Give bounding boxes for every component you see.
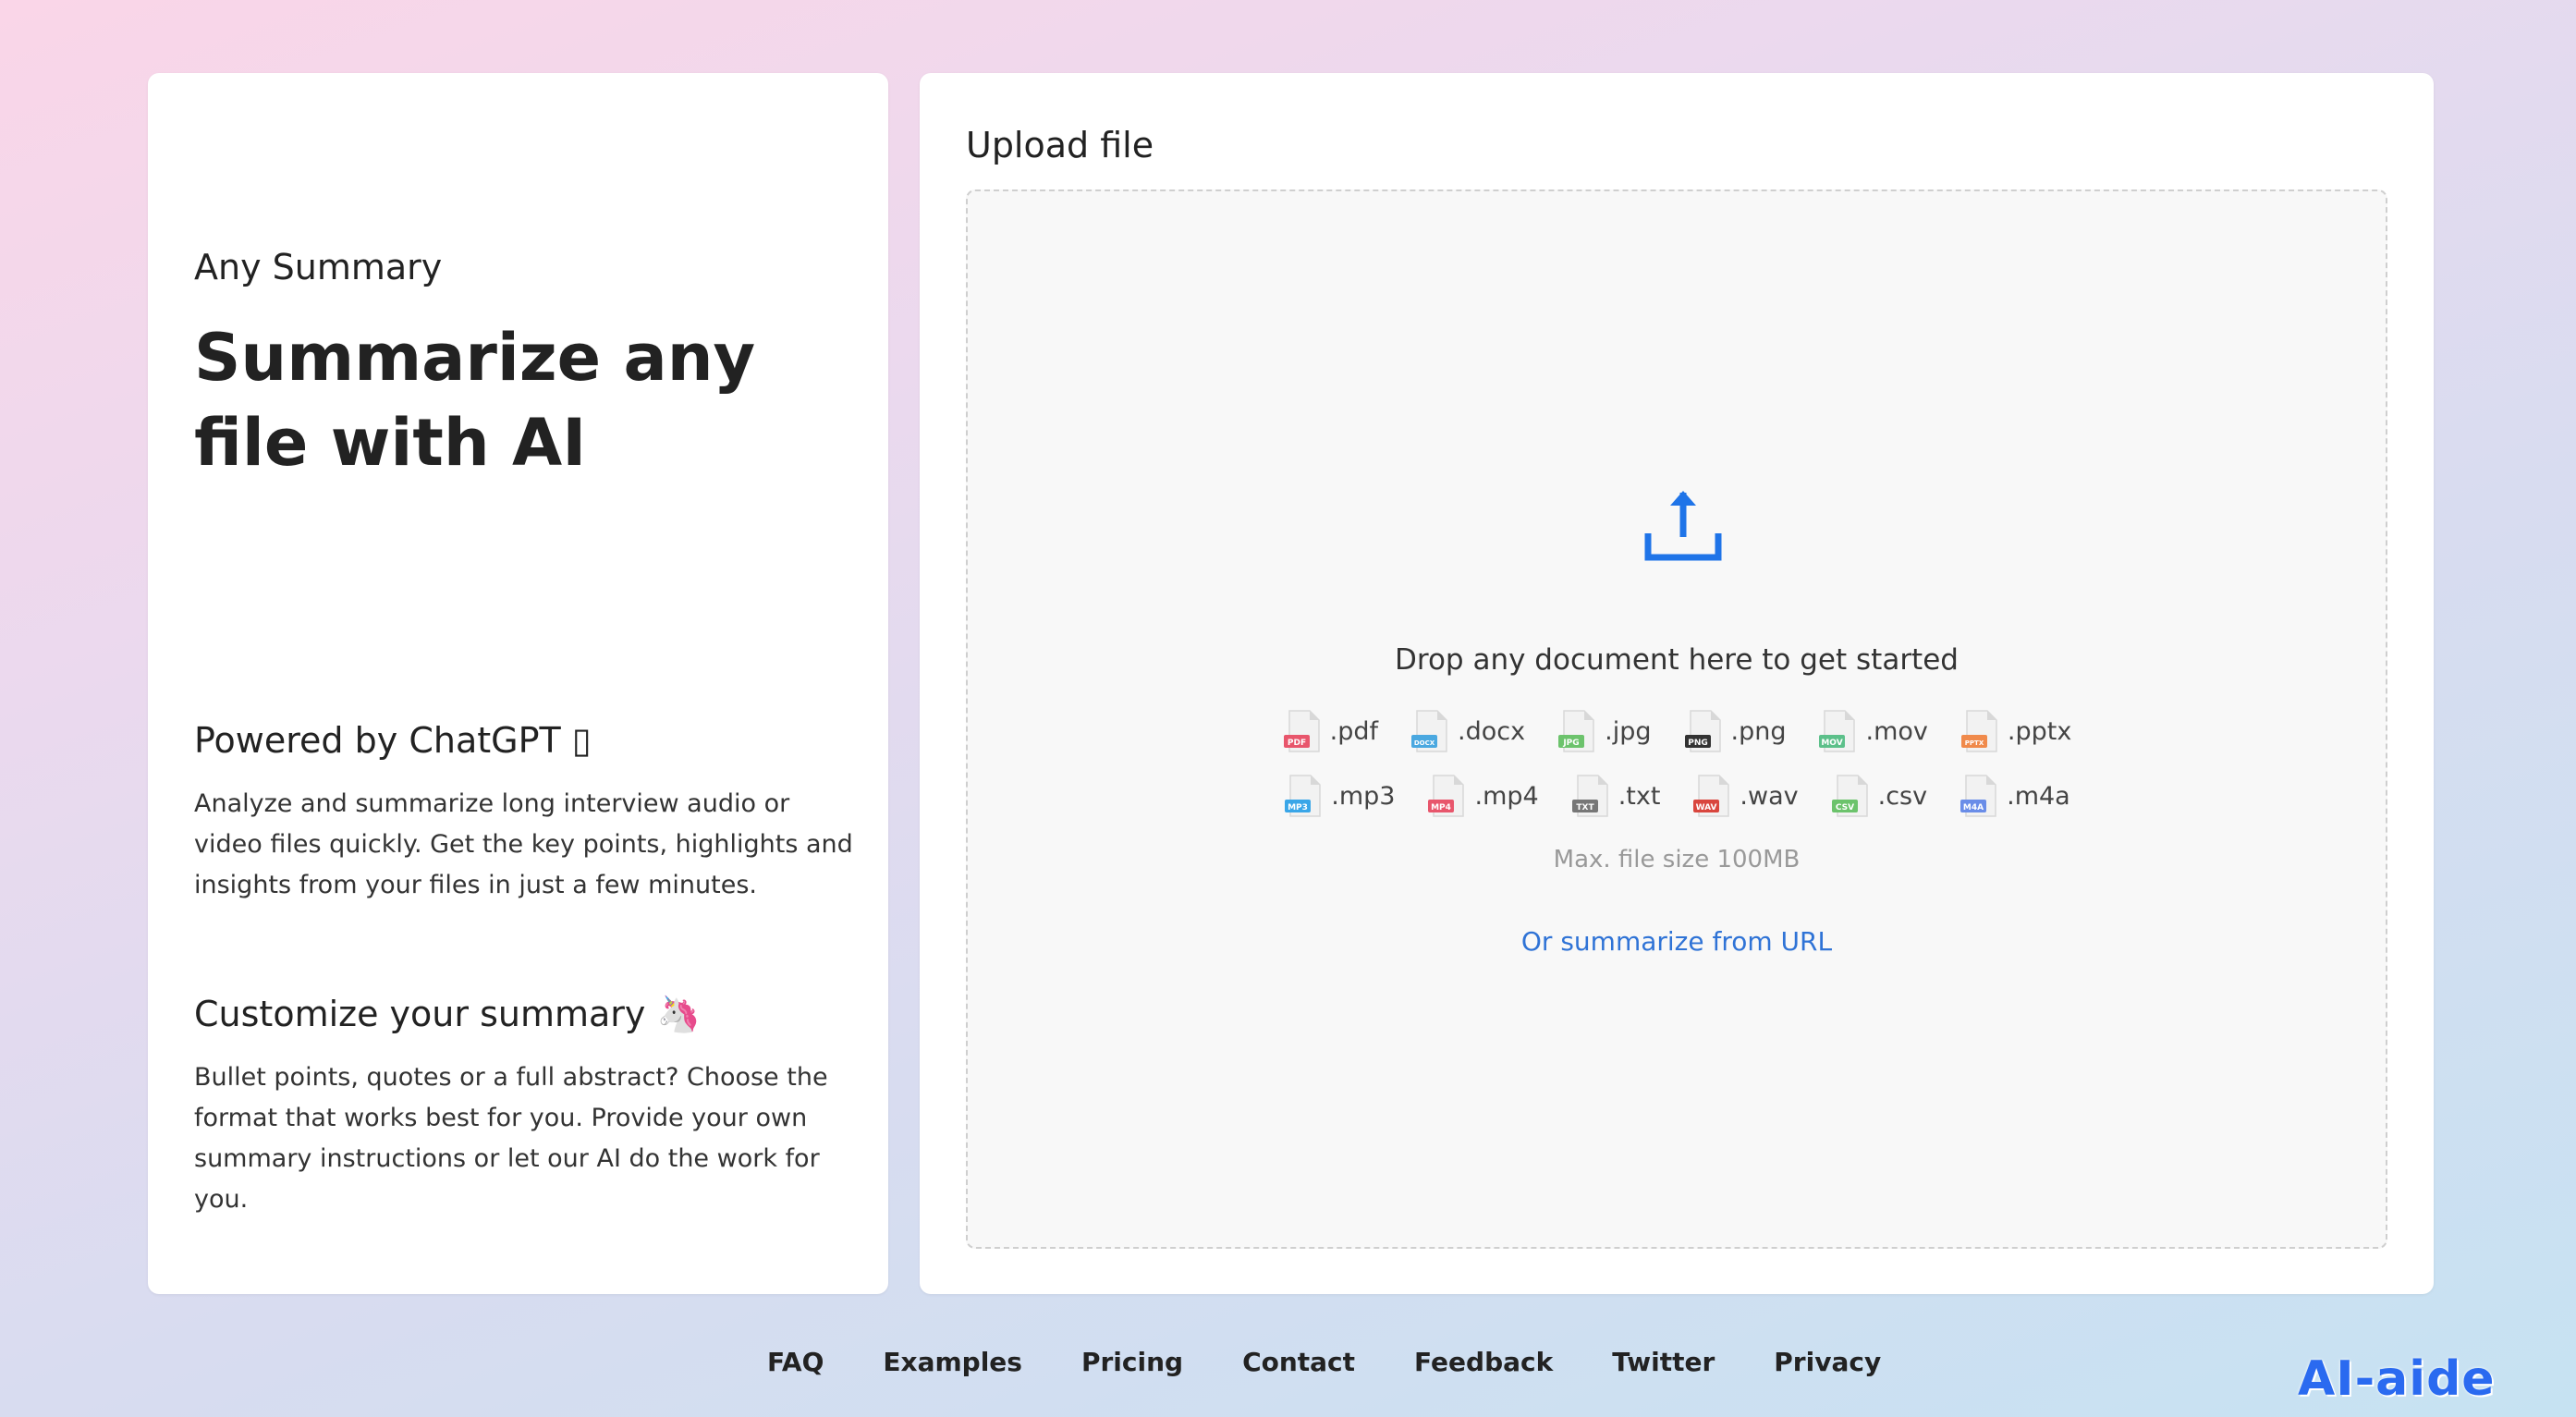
footer-link-privacy[interactable]: Privacy	[1774, 1347, 1881, 1377]
docx-file-icon: DOCX	[1411, 710, 1447, 752]
file-badge-text: TXT	[1576, 803, 1594, 812]
upload-icon	[1644, 491, 1722, 561]
drop-instructions: Drop any document here to get started	[1395, 643, 1959, 677]
file-type-m4a: M4A .m4a	[1959, 774, 2070, 818]
file-type-pptx: PPTX .pptx	[1959, 709, 2071, 753]
summarize-from-url-link[interactable]: Or summarize from URL	[968, 926, 2386, 957]
brand-logo: AI-aide	[2298, 1351, 2496, 1407]
file-type-label: .mp4	[1474, 781, 1539, 811]
file-badge-text: PDF	[1288, 739, 1306, 748]
footer-link-faq[interactable]: FAQ	[767, 1347, 824, 1377]
file-badge-text: MOV	[1822, 739, 1843, 748]
file-type-docx: DOCX .docx	[1410, 709, 1525, 753]
jpg-file-icon: JPG	[1558, 710, 1594, 752]
file-badge-text: PPTX	[1965, 739, 1984, 747]
file-badge-text: WAV	[1696, 803, 1717, 812]
file-type-wav: WAV .wav	[1691, 774, 1799, 818]
max-file-size: Max. file size 100MB	[1553, 846, 1801, 873]
pptx-file-icon: PPTX	[1960, 710, 1997, 752]
intro-panel: Any Summary Summarize any file with AI P…	[148, 73, 888, 1294]
footer-link-feedback[interactable]: Feedback	[1414, 1347, 1553, 1377]
file-type-label: .jpg	[1605, 716, 1652, 746]
file-type-mp3: MP3 .mp3	[1283, 774, 1395, 818]
file-type-csv: CSV .csv	[1830, 774, 1927, 818]
file-type-label: .mp3	[1331, 781, 1396, 811]
file-badge-text: CSV	[1836, 803, 1854, 812]
m4a-file-icon: M4A	[1960, 775, 1996, 817]
file-type-label: .m4a	[2007, 781, 2070, 811]
file-badge-text: JPG	[1562, 739, 1579, 748]
upload-panel: Upload file Drop any document here to ge…	[920, 73, 2434, 1294]
mp4-file-icon: MP4	[1428, 775, 1465, 817]
file-type-label: .png	[1730, 716, 1787, 746]
file-type-png: PNG .png	[1683, 709, 1787, 753]
file-type-label: .mov	[1865, 716, 1928, 746]
feature-heading-customize: Customize your summary 🦄	[194, 994, 701, 1034]
mov-file-icon: MOV	[1819, 710, 1856, 752]
file-type-label: .pptx	[2007, 716, 2072, 746]
csv-file-icon: CSV	[1831, 775, 1868, 817]
file-dropzone[interactable]: Drop any document here to get started PD…	[966, 189, 2387, 1249]
file-type-label: .pdf	[1329, 716, 1379, 746]
footer-nav: FAQ Examples Pricing Contact Feedback Twitter…	[767, 1347, 1881, 1377]
footer-link-contact[interactable]: Contact	[1242, 1347, 1355, 1377]
upload-title: Upload file	[966, 125, 1154, 165]
file-badge-text: M4A	[1963, 803, 1984, 812]
file-type-pdf: PDF .pdf	[1282, 709, 1378, 753]
feature-heading-chatgpt: Powered by ChatGPT ▯	[194, 720, 592, 761]
app-name: Any Summary	[194, 247, 443, 287]
mp3-file-icon: MP3	[1285, 775, 1322, 817]
file-badge-text: MP3	[1288, 803, 1308, 812]
file-badge-text: PNG	[1688, 739, 1708, 748]
pdf-file-icon: PDF	[1283, 710, 1320, 752]
footer-link-twitter[interactable]: Twitter	[1612, 1347, 1715, 1377]
file-badge-text: DOCX	[1414, 739, 1435, 747]
file-type-label: .txt	[1618, 781, 1661, 811]
footer-link-examples[interactable]: Examples	[883, 1347, 1022, 1377]
file-type-txt: TXT .txt	[1570, 774, 1661, 818]
file-type-mp4: MP4 .mp4	[1426, 774, 1539, 818]
file-type-label: .wav	[1740, 781, 1799, 811]
file-type-mov: MOV .mov	[1817, 709, 1928, 753]
supported-file-types: PDF .pdf DOCX .docx JPG .jpg PNG .png MOV .mov PPT…	[1251, 709, 2103, 818]
feature-text-chatgpt: Analyze and summarize long interview aud…	[194, 789, 853, 899]
page-title: Summarize any file with AI	[194, 320, 756, 481]
file-type-label: .docx	[1458, 716, 1526, 746]
feature-text-customize: Bullet points, quotes or a full abstract…	[194, 1063, 828, 1214]
png-file-icon: PNG	[1684, 710, 1721, 752]
file-type-row: MP3 .mp3 MP4 .mp4 TXT .txt WAV .wav CSV .csv M4A .m…	[1283, 774, 2070, 818]
file-type-jpg: JPG .jpg	[1557, 709, 1652, 753]
file-type-row: PDF .pdf DOCX .docx JPG .jpg PNG .png MOV .mov PPT…	[1282, 709, 2071, 753]
file-badge-text: MP4	[1432, 803, 1452, 812]
txt-file-icon: TXT	[1571, 775, 1608, 817]
wav-file-icon: WAV	[1693, 775, 1730, 817]
file-type-label: .csv	[1877, 781, 1928, 811]
footer-link-pricing[interactable]: Pricing	[1081, 1347, 1183, 1377]
